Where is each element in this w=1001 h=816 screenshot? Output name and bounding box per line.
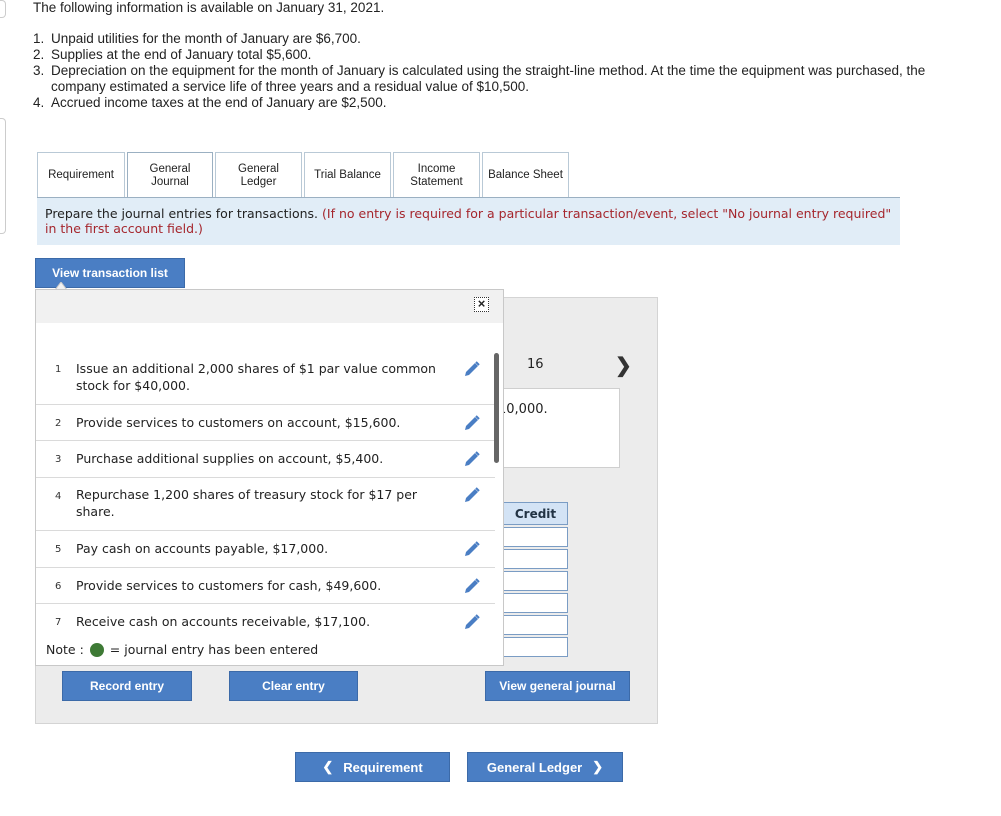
popup-scrollbar[interactable] xyxy=(494,353,499,463)
item-text: Unpaid utilities for the month of Januar… xyxy=(51,31,361,46)
note-suffix: = journal entry has been entered xyxy=(109,642,319,657)
list-item[interactable]: 4 Repurchase 1,200 shares of treasury st… xyxy=(36,478,495,531)
button-label: General Ledger xyxy=(486,759,583,775)
transaction-text: Issue an additional 2,000 shares of $1 p… xyxy=(76,361,436,393)
left-edge-tab xyxy=(0,0,6,18)
item-text: Accrued income taxes at the end of Janua… xyxy=(51,95,387,110)
tab-label: Balance Sheet xyxy=(488,169,563,181)
item-number: 4. xyxy=(33,95,45,110)
transaction-number: 2 xyxy=(55,418,62,429)
next-entry-arrow-icon[interactable]: ❯ xyxy=(615,353,632,378)
list-item[interactable]: 2 Provide services to customers on accou… xyxy=(36,405,495,441)
chevron-left-icon: ❮ xyxy=(322,759,334,774)
button-label: View general journal xyxy=(499,679,616,693)
prev-requirement-button[interactable]: ❮ Requirement xyxy=(295,752,450,782)
tab-trial-balance[interactable]: Trial Balance xyxy=(304,152,391,198)
close-icon[interactable]: × xyxy=(474,297,489,312)
transaction-number: 1 xyxy=(55,364,62,375)
transaction-list: 1 Issue an additional 2,000 shares of $1… xyxy=(36,323,495,638)
instruction-text: Prepare the journal entries for transact… xyxy=(45,206,319,221)
record-entry-button[interactable]: Record entry xyxy=(62,671,192,701)
credit-input[interactable] xyxy=(503,615,568,635)
credit-input[interactable] xyxy=(503,637,568,657)
entered-dot-icon xyxy=(89,642,104,657)
button-label: View transaction list xyxy=(52,266,168,280)
transaction-number: 4 xyxy=(55,491,62,502)
edit-pencil-icon[interactable] xyxy=(463,450,481,468)
tab-balance-sheet[interactable]: Balance Sheet xyxy=(482,152,569,198)
transaction-number: 6 xyxy=(55,581,62,592)
credit-input[interactable] xyxy=(503,571,568,591)
transaction-list-popup: 1 Issue an additional 2,000 shares of $1… xyxy=(35,289,504,666)
intro-item: 2. Supplies at the end of January total $… xyxy=(33,47,933,63)
tab-general-journal[interactable]: General Journal xyxy=(127,152,213,199)
intro-section: The following information is available o… xyxy=(33,0,933,111)
list-item[interactable]: 1 Issue an additional 2,000 shares of $1… xyxy=(36,323,495,405)
chevron-right-icon: ❯ xyxy=(592,759,604,774)
view-general-journal-button[interactable]: View general journal xyxy=(485,671,630,701)
intro-title: The following information is available o… xyxy=(33,0,385,15)
transaction-text: Provide services to customers for cash, … xyxy=(76,578,382,593)
transaction-description-box: 10,000. xyxy=(498,388,620,468)
next-general-ledger-button[interactable]: General Ledger ❯ xyxy=(467,752,623,782)
intro-list: 1. Unpaid utilities for the month of Janu… xyxy=(33,31,933,111)
credit-column: Credit xyxy=(503,502,568,657)
button-label: Record entry xyxy=(89,679,165,693)
popup-header xyxy=(36,290,503,323)
transaction-number: 5 xyxy=(55,544,62,555)
list-item[interactable]: 5 Pay cash on accounts payable, $17,000. xyxy=(36,531,495,568)
edit-pencil-icon[interactable] xyxy=(463,540,481,558)
edit-pencil-icon[interactable] xyxy=(463,577,481,595)
tab-label: General Journal xyxy=(149,163,191,188)
transaction-number: 7 xyxy=(55,617,62,628)
item-text: Depreciation on the equipment for the mo… xyxy=(51,63,926,94)
edit-pencil-icon[interactable] xyxy=(463,613,481,631)
legend-note: Note : = journal entry has been entered xyxy=(46,642,318,657)
credit-header: Credit xyxy=(503,502,568,525)
credit-input[interactable] xyxy=(503,593,568,613)
tab-label: General Ledger xyxy=(238,162,279,188)
tab-label: Trial Balance xyxy=(314,169,381,181)
edit-pencil-icon[interactable] xyxy=(463,486,481,504)
transaction-text: Receive cash on accounts receivable, $17… xyxy=(76,614,371,629)
list-item[interactable]: 6 Provide services to customers for cash… xyxy=(36,568,495,604)
list-item[interactable]: 7 Receive cash on accounts receivable, $… xyxy=(36,604,495,638)
credit-input[interactable] xyxy=(503,527,568,547)
item-number: 2. xyxy=(33,47,45,62)
intro-item: 1. Unpaid utilities for the month of Janu… xyxy=(33,31,933,47)
button-label: Requirement xyxy=(343,759,423,775)
edit-pencil-icon[interactable] xyxy=(463,414,481,432)
edit-pencil-icon[interactable] xyxy=(463,360,481,378)
note-prefix: Note : xyxy=(46,642,84,657)
entry-page-number: 16 xyxy=(527,357,544,372)
tab-requirement[interactable]: Requirement xyxy=(37,152,125,198)
left-edge-tab xyxy=(0,118,6,234)
tab-label: Requirement xyxy=(48,169,114,181)
tab-income-statement[interactable]: Income Statement xyxy=(393,152,480,198)
item-number: 1. xyxy=(33,31,45,46)
clear-entry-button[interactable]: Clear entry xyxy=(229,671,358,701)
tab-general-ledger[interactable]: General Ledger xyxy=(215,152,302,198)
item-number: 3. xyxy=(33,63,45,78)
transaction-text: Provide services to customers on account… xyxy=(76,415,401,430)
transaction-text: Purchase additional supplies on account,… xyxy=(76,451,384,466)
list-item[interactable]: 3 Purchase additional supplies on accoun… xyxy=(36,441,495,478)
credit-input[interactable] xyxy=(503,549,568,569)
transaction-description-partial: 10,000. xyxy=(498,402,548,417)
intro-item: 3. Depreciation on the equipment for the … xyxy=(33,63,933,95)
intro-item: 4. Accrued income taxes at the end of Jan… xyxy=(33,95,933,111)
transaction-number: 3 xyxy=(55,454,62,465)
button-label: Clear entry xyxy=(262,679,325,693)
instruction-box: Prepare the journal entries for transact… xyxy=(37,198,900,245)
transaction-text: Pay cash on accounts payable, $17,000. xyxy=(76,541,329,556)
item-text: Supplies at the end of January total $5,… xyxy=(51,47,312,62)
tab-label: Income Statement xyxy=(410,162,463,188)
transaction-text: Repurchase 1,200 shares of treasury stoc… xyxy=(76,487,418,519)
